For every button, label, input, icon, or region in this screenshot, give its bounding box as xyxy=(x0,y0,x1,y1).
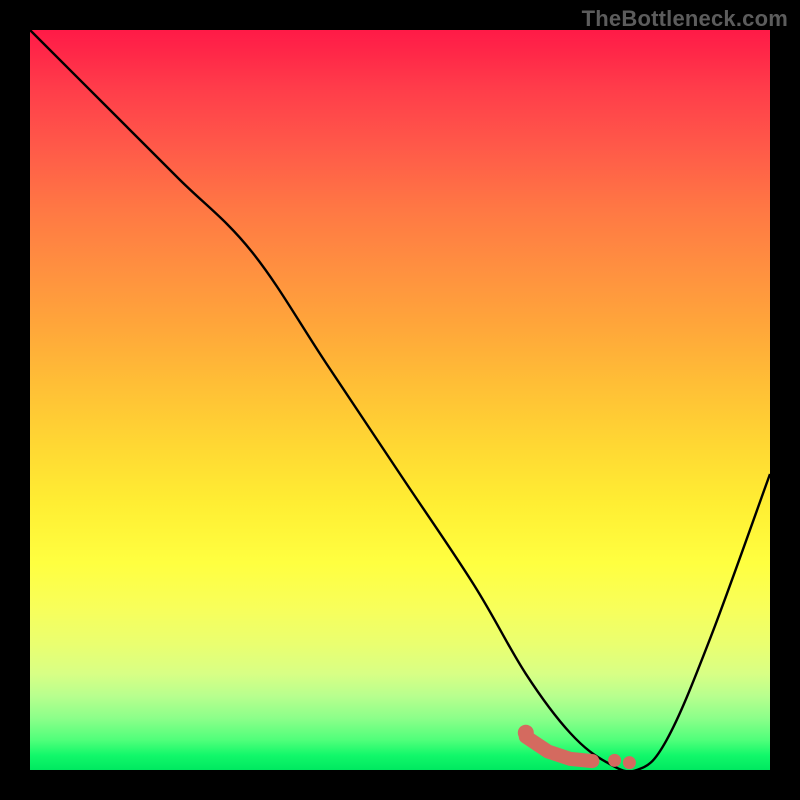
optimal-zone-markers xyxy=(518,725,636,769)
watermark-text: TheBottleneck.com xyxy=(582,6,788,32)
optimal-zone-worm xyxy=(526,737,593,761)
bottleneck-curve-svg xyxy=(30,30,770,770)
chart-plot-area xyxy=(30,30,770,770)
curve-path xyxy=(30,30,770,770)
optimal-zone-dot xyxy=(623,756,636,769)
optimal-zone-dot xyxy=(608,754,621,767)
optimal-zone-head xyxy=(518,725,534,741)
